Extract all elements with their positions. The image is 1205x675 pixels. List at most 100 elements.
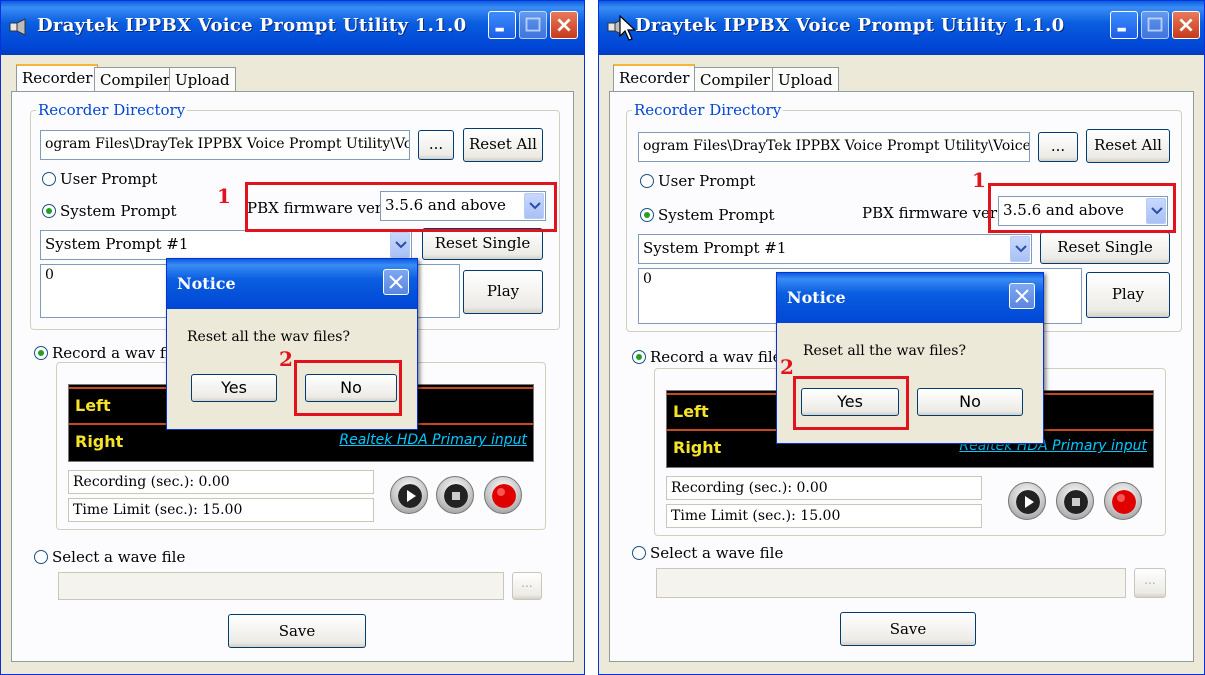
window-title: Draytek IPPBX Voice Prompt Utility 1.1.0: [37, 15, 467, 36]
close-button[interactable]: [550, 11, 578, 39]
minimize-icon: [1117, 27, 1126, 32]
stop-record-button[interactable]: [1056, 482, 1094, 520]
select-wave-option[interactable]: Select a wave file: [34, 548, 185, 566]
maximize-icon: [1147, 17, 1163, 32]
notice-close-button[interactable]: [1009, 283, 1035, 309]
record-button[interactable]: [484, 476, 522, 514]
play-button[interactable]: Play: [1086, 272, 1170, 318]
notice-title-bar[interactable]: Notice: [777, 273, 1043, 323]
highlight-box-yes: [793, 376, 909, 430]
select-wave-label: Select a wave file: [52, 548, 186, 566]
tab-recorder[interactable]: Recorder: [16, 64, 99, 93]
play-record-button[interactable]: [390, 476, 428, 514]
notice-title-bar[interactable]: Notice: [167, 259, 417, 309]
recording-status: Recording (sec.): 0.00: [666, 476, 982, 500]
close-button[interactable]: [1172, 11, 1200, 39]
directory-path-field[interactable]: ogram Files\DrayTek IPPBX Voice Prompt U…: [638, 132, 1030, 162]
maximize-button[interactable]: [1141, 11, 1169, 39]
tab-recorder[interactable]: Recorder: [613, 64, 696, 93]
select-wave-radio[interactable]: [34, 550, 48, 564]
play-icon: [398, 484, 422, 508]
record-wav-option[interactable]: Record a wav file: [632, 348, 782, 366]
notice-message: Reset all the wav files?: [803, 343, 966, 359]
reset-all-button[interactable]: Reset All: [1086, 129, 1170, 163]
utility-window-left: Draytek IPPBX Voice Prompt Utility 1.1.0…: [0, 0, 585, 675]
browse-wave-button[interactable]: ...: [512, 572, 542, 600]
directory-path-field[interactable]: ogram Files\DrayTek IPPBX Voice Prompt U…: [40, 130, 410, 160]
record-icon: [1112, 490, 1136, 514]
maximize-button[interactable]: [519, 11, 547, 39]
tab-upload[interactable]: Upload: [169, 67, 236, 93]
browse-directory-button[interactable]: ...: [1038, 132, 1078, 162]
tab-compiler[interactable]: Compiler: [694, 67, 776, 93]
minimize-button[interactable]: [1110, 11, 1138, 39]
reset-single-button[interactable]: Reset Single: [1040, 232, 1170, 264]
recorder-directory-label: Recorder Directory: [36, 101, 188, 119]
input-source-link[interactable]: Realtek HDA Primary input: [339, 432, 527, 448]
dropdown-arrow[interactable]: [1010, 236, 1030, 262]
dropdown-arrow[interactable]: [390, 232, 410, 258]
prompt-select-value: System Prompt #1: [643, 239, 787, 257]
system-prompt-radio[interactable]: [42, 204, 56, 218]
save-button[interactable]: Save: [228, 614, 366, 648]
reset-all-button[interactable]: Reset All: [463, 128, 543, 162]
chevron-down-icon: [1015, 245, 1027, 253]
reset-single-button[interactable]: Reset Single: [422, 228, 543, 260]
play-button[interactable]: Play: [463, 270, 543, 314]
user-prompt-label: User Prompt: [658, 172, 756, 190]
highlight-box-firmware: [988, 183, 1176, 233]
step-2-label: 2: [780, 355, 794, 379]
user-prompt-radio[interactable]: [42, 172, 56, 186]
system-prompt-label: System Prompt: [658, 206, 775, 224]
select-wave-label: Select a wave file: [650, 544, 784, 562]
system-prompt-option[interactable]: System Prompt: [42, 202, 177, 220]
stop-record-button[interactable]: [436, 476, 474, 514]
yes-button[interactable]: Yes: [191, 374, 277, 402]
title-bar[interactable]: Draytek IPPBX Voice Prompt Utility 1.1.0: [599, 1, 1204, 55]
utility-window-right: Draytek IPPBX Voice Prompt Utility 1.1.0…: [598, 0, 1205, 675]
close-icon: [1179, 18, 1193, 32]
record-button[interactable]: [1104, 482, 1142, 520]
meter-right-label: Right: [75, 432, 124, 451]
system-prompt-radio[interactable]: [640, 208, 654, 222]
meter-right-row: Right Realtek HDA Primary input: [69, 429, 533, 455]
highlight-box-firmware: [245, 182, 557, 232]
user-prompt-option[interactable]: User Prompt: [640, 172, 755, 190]
save-button[interactable]: Save: [840, 612, 976, 646]
notice-title: Notice: [787, 288, 846, 307]
close-icon: [389, 275, 403, 289]
close-icon: [557, 18, 571, 32]
stop-icon: [444, 484, 468, 508]
wave-file-path-field[interactable]: [656, 568, 1126, 598]
record-icon: [492, 484, 516, 508]
select-wave-radio[interactable]: [632, 546, 646, 560]
tab-upload[interactable]: Upload: [772, 67, 839, 93]
record-wav-option[interactable]: Record a wav file: [34, 344, 184, 362]
prompt-select[interactable]: System Prompt #1: [638, 234, 1032, 264]
record-wav-radio[interactable]: [632, 350, 646, 364]
play-record-button[interactable]: [1008, 482, 1046, 520]
notice-title: Notice: [177, 274, 236, 293]
browse-wave-button[interactable]: ...: [1134, 568, 1166, 598]
user-prompt-radio[interactable]: [640, 174, 654, 188]
notice-message: Reset all the wav files?: [187, 329, 350, 345]
tab-compiler[interactable]: Compiler: [94, 67, 176, 93]
notice-close-button[interactable]: [383, 269, 409, 295]
browse-directory-button[interactable]: ...: [418, 130, 454, 160]
minimize-icon: [495, 27, 504, 32]
step-2-label: 2: [279, 347, 293, 371]
prompt-select[interactable]: System Prompt #1: [40, 230, 412, 260]
play-icon: [1016, 490, 1040, 514]
close-icon: [1015, 289, 1029, 303]
maximize-icon: [525, 17, 541, 32]
system-prompt-option[interactable]: System Prompt: [640, 206, 775, 224]
no-button[interactable]: No: [917, 388, 1023, 416]
wave-file-path-field[interactable]: [58, 572, 504, 600]
minimize-button[interactable]: [488, 11, 516, 39]
title-bar[interactable]: Draytek IPPBX Voice Prompt Utility 1.1.0: [1, 1, 584, 55]
pbx-firmware-label: PBX firmware ver: [862, 204, 998, 222]
meter-left-label: Left: [75, 396, 111, 415]
select-wave-option[interactable]: Select a wave file: [632, 544, 783, 562]
record-wav-radio[interactable]: [34, 346, 48, 360]
user-prompt-option[interactable]: User Prompt: [42, 170, 157, 188]
